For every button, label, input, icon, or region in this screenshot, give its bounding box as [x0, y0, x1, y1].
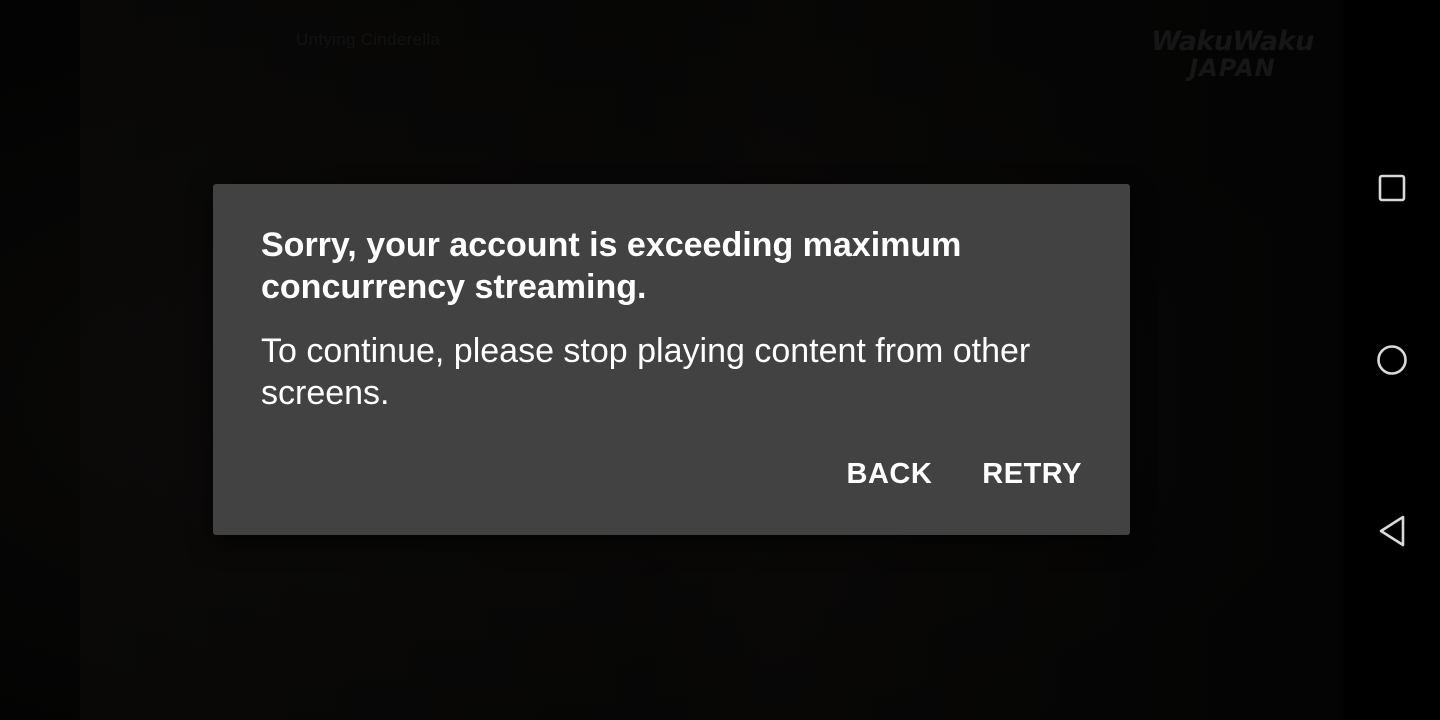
app-screen: Untying Cinderella WakuWaku JAPAN Sorry,…	[0, 0, 1440, 720]
dialog-message: To continue, please stop playing content…	[261, 332, 1031, 412]
triangle-back-icon	[1379, 515, 1405, 547]
retry-button[interactable]: RETRY	[958, 444, 1106, 505]
circle-icon	[1377, 345, 1407, 375]
back-nav-button[interactable]	[1344, 483, 1440, 579]
dialog-title: Sorry, your account is exceeding maximum…	[261, 226, 962, 306]
home-button[interactable]	[1344, 312, 1440, 408]
back-button[interactable]: BACK	[823, 444, 957, 505]
system-navigation-bar	[1344, 0, 1440, 720]
error-dialog: Sorry, your account is exceeding maximum…	[213, 184, 1130, 535]
square-icon	[1378, 174, 1406, 202]
recents-button[interactable]	[1344, 140, 1440, 236]
dialog-actions: BACK RETRY	[823, 444, 1107, 505]
